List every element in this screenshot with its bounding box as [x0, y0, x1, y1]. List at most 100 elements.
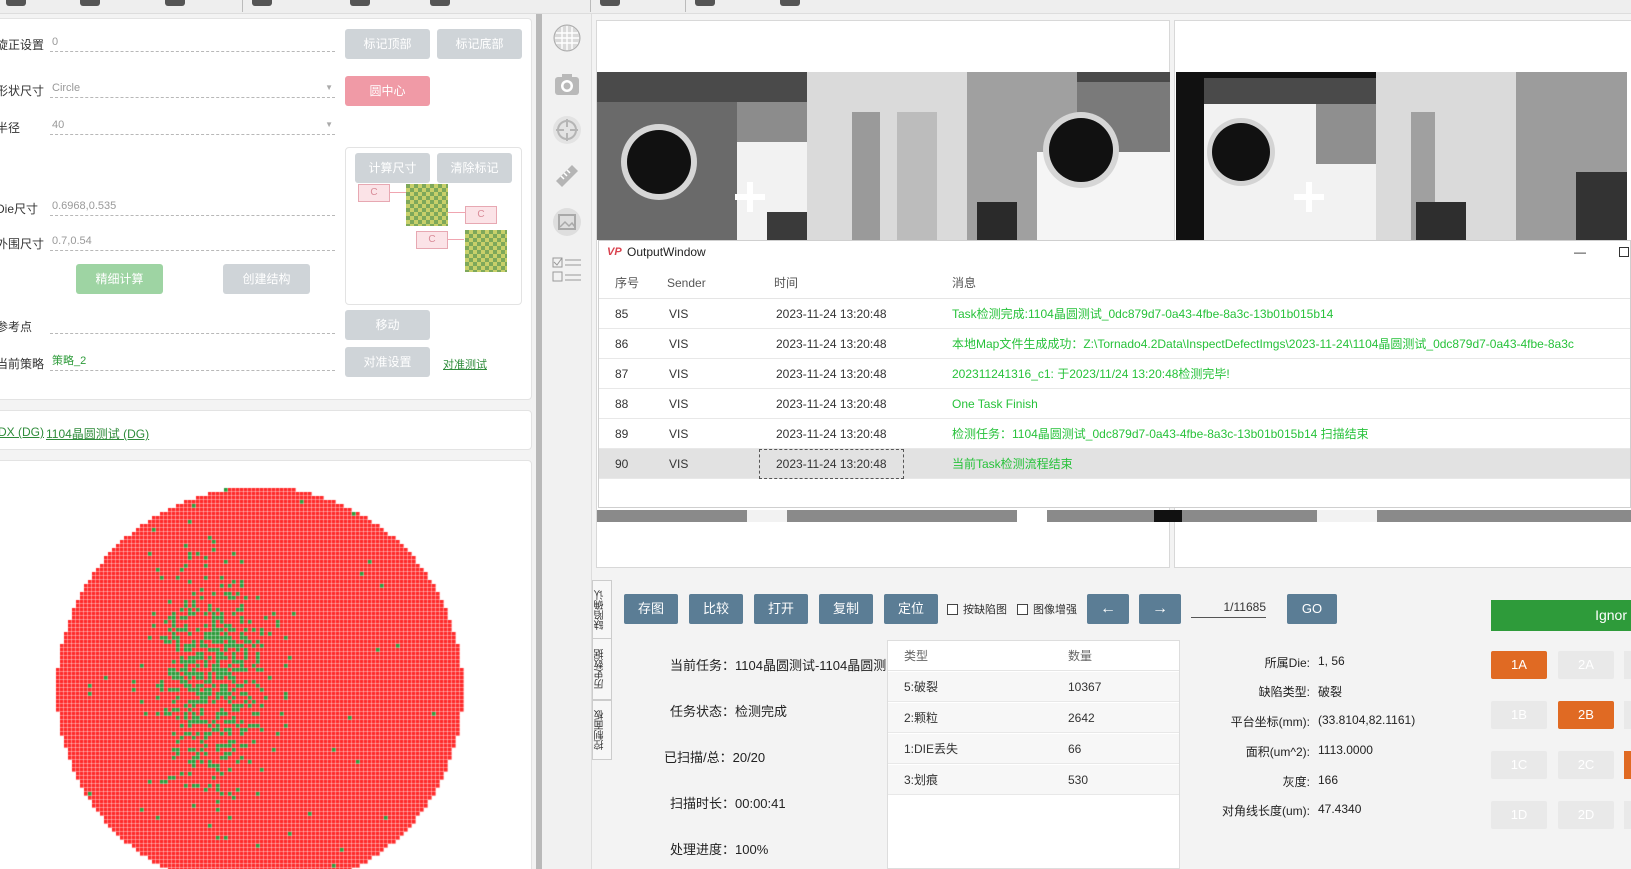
table-row[interactable]: 85 VIS 2023-11-24 13:20:48 Task检测完成:1104… [599, 299, 1630, 329]
minimize-icon[interactable]: — [1574, 241, 1586, 263]
enhance-checkbox[interactable] [1017, 604, 1028, 615]
col-header-sender[interactable]: Sender [667, 267, 706, 299]
toolbar-icon[interactable] [6, 0, 26, 6]
grade-button-2c[interactable]: 2C [1558, 751, 1614, 779]
table-row[interactable]: 88 VIS 2023-11-24 13:20:48 One Task Fini… [599, 389, 1630, 419]
wafer-map[interactable] [40, 480, 480, 869]
row-message: 本地Map文件生成成功：Z:\Tornado4.2Data\InspectDef… [952, 337, 1574, 351]
camera-icon[interactable] [551, 68, 583, 100]
toolbar-icon[interactable] [780, 0, 800, 6]
scanned-total-text: 已扫描/总：20/20 [664, 750, 766, 765]
circle-center-button[interactable]: 圆中心 [345, 76, 430, 106]
die-pattern-image [406, 184, 448, 226]
ignore-button[interactable]: Ignor [1491, 600, 1631, 631]
connector-line [390, 192, 406, 193]
ruler-icon[interactable] [551, 160, 583, 192]
grade-button-partial[interactable] [1624, 701, 1631, 729]
page-input[interactable]: 1/11685 [1191, 598, 1266, 618]
maximize-icon[interactable] [1619, 247, 1629, 257]
row-sender: VIS [669, 337, 689, 351]
strategy-input[interactable]: 策略_2 [50, 353, 335, 371]
c-tag[interactable]: C [465, 206, 497, 224]
radius-input[interactable]: 40 ▼ [50, 117, 335, 135]
shape-select[interactable]: Circle ▼ [50, 80, 335, 98]
compare-button[interactable]: 比较 [689, 594, 743, 624]
grade-button-2d[interactable]: 2D [1558, 801, 1614, 829]
toolbar-icon[interactable] [350, 0, 370, 6]
output-window-titlebar[interactable]: VP OutputWindow — [599, 241, 1630, 263]
align-test-link[interactable]: 对准测试 [443, 356, 487, 372]
tab-control-panel[interactable]: 控制面板 [592, 700, 612, 760]
table-row[interactable]: 2:颗粒 2642 [888, 703, 1179, 733]
mark-top-button[interactable]: 标记顶部 [345, 29, 430, 59]
table-row[interactable]: 89 VIS 2023-11-24 13:20:48 检测任务：1104晶圆测试… [599, 419, 1630, 449]
image-icon[interactable] [551, 206, 583, 238]
grid-icon[interactable] [551, 22, 583, 54]
prev-button[interactable]: ← [1087, 594, 1129, 624]
grade-button-1a[interactable]: 1A [1491, 651, 1547, 679]
table-row[interactable]: 87 VIS 2023-11-24 13:20:48 202311241316_… [599, 359, 1630, 389]
toolbar-icon[interactable] [695, 0, 715, 6]
connector-line [448, 239, 464, 240]
radius-value: 40 [52, 119, 65, 131]
defect-type-value: 破裂 [1318, 685, 1343, 699]
move-button[interactable]: 移动 [345, 310, 430, 340]
outer-size-label: 外围尺寸 [0, 237, 45, 251]
align-settings-button[interactable]: 对准设置 [345, 347, 430, 377]
col-header-message[interactable]: 消息 [952, 267, 976, 299]
breadcrumb-item-dx[interactable]: DX (DG) [0, 425, 44, 439]
col-header-time[interactable]: 时间 [774, 267, 798, 299]
grade-button-partial[interactable] [1624, 801, 1631, 829]
c-tag[interactable]: C [358, 184, 390, 202]
row-message: 202311241316_c1: 于2023/11/24 13:20:48检测完… [952, 367, 1230, 381]
toolbar-icon[interactable] [430, 0, 450, 6]
table-row[interactable]: 5:破裂 10367 [888, 672, 1179, 702]
toolbar-icon[interactable] [252, 0, 272, 6]
row-message: One Task Finish [952, 397, 1038, 411]
gray-value: 166 [1318, 773, 1339, 787]
table-row-selected[interactable]: 90 VIS 2023-11-24 13:20:48 当前Task检测流程结束 [599, 449, 1630, 479]
tab-defect-confirm[interactable]: 缺陷确认 [592, 580, 612, 640]
toolbar-icon[interactable] [165, 0, 185, 6]
grade-button-2a[interactable]: 2A [1558, 651, 1614, 679]
next-button[interactable]: → [1139, 594, 1181, 624]
grade-button-2b[interactable]: 2B [1558, 701, 1614, 729]
locate-button[interactable]: 定位 [884, 594, 938, 624]
tab-history-data[interactable]: 历史数据 [592, 638, 612, 700]
diagonal-value: 47.4340 [1318, 802, 1362, 816]
save-image-button[interactable]: 存图 [624, 594, 678, 624]
by-defect-checkbox[interactable] [947, 604, 958, 615]
copy-button[interactable]: 复制 [819, 594, 873, 624]
defect-type: 3:划痕 [904, 773, 939, 787]
mark-bottom-button[interactable]: 标记底部 [437, 29, 522, 59]
table-row[interactable]: 3:划痕 530 [888, 765, 1179, 795]
grade-button-1d[interactable]: 1D [1491, 801, 1547, 829]
col-header-no[interactable]: 序号 [615, 267, 639, 299]
crosshair-icon[interactable] [551, 114, 583, 146]
c-tag[interactable]: C [416, 231, 448, 249]
table-row[interactable]: 1:DIE丢失 66 [888, 734, 1179, 764]
go-button[interactable]: GO [1287, 594, 1337, 624]
row-time: 2023-11-24 13:20:48 [776, 397, 887, 411]
table-row[interactable]: 86 VIS 2023-11-24 13:20:48 本地Map文件生成成功：Z… [599, 329, 1630, 359]
open-button[interactable]: 打开 [754, 594, 808, 624]
checklist-icon[interactable] [551, 254, 583, 286]
grade-button-1b[interactable]: 1B [1491, 701, 1547, 729]
breadcrumb-item-task[interactable]: 1104晶圆测试 (DG) [46, 425, 149, 442]
toolbar-icon[interactable] [80, 0, 100, 6]
row-time: 2023-11-24 13:20:48 [776, 337, 887, 351]
ref-point-input[interactable] [50, 316, 335, 334]
rotation-input[interactable]: 0 [50, 34, 335, 52]
toolbar-separator [590, 0, 591, 12]
grade-button-partial[interactable] [1624, 651, 1631, 679]
outer-size-input[interactable]: 0.7,0.54 [50, 233, 335, 251]
die-size-input[interactable]: 0.6968,0.535 [50, 198, 335, 216]
clear-mark-button[interactable]: 清除标记 [437, 153, 512, 183]
create-struct-button[interactable]: 创建结构 [223, 264, 310, 294]
image-strip [597, 510, 1631, 522]
fine-calc-button[interactable]: 精细计算 [76, 264, 163, 294]
toolbar-icon[interactable] [600, 0, 620, 6]
grade-button-partial[interactable] [1624, 751, 1631, 779]
calc-size-button[interactable]: 计算尺寸 [355, 153, 430, 183]
grade-button-1c[interactable]: 1C [1491, 751, 1547, 779]
